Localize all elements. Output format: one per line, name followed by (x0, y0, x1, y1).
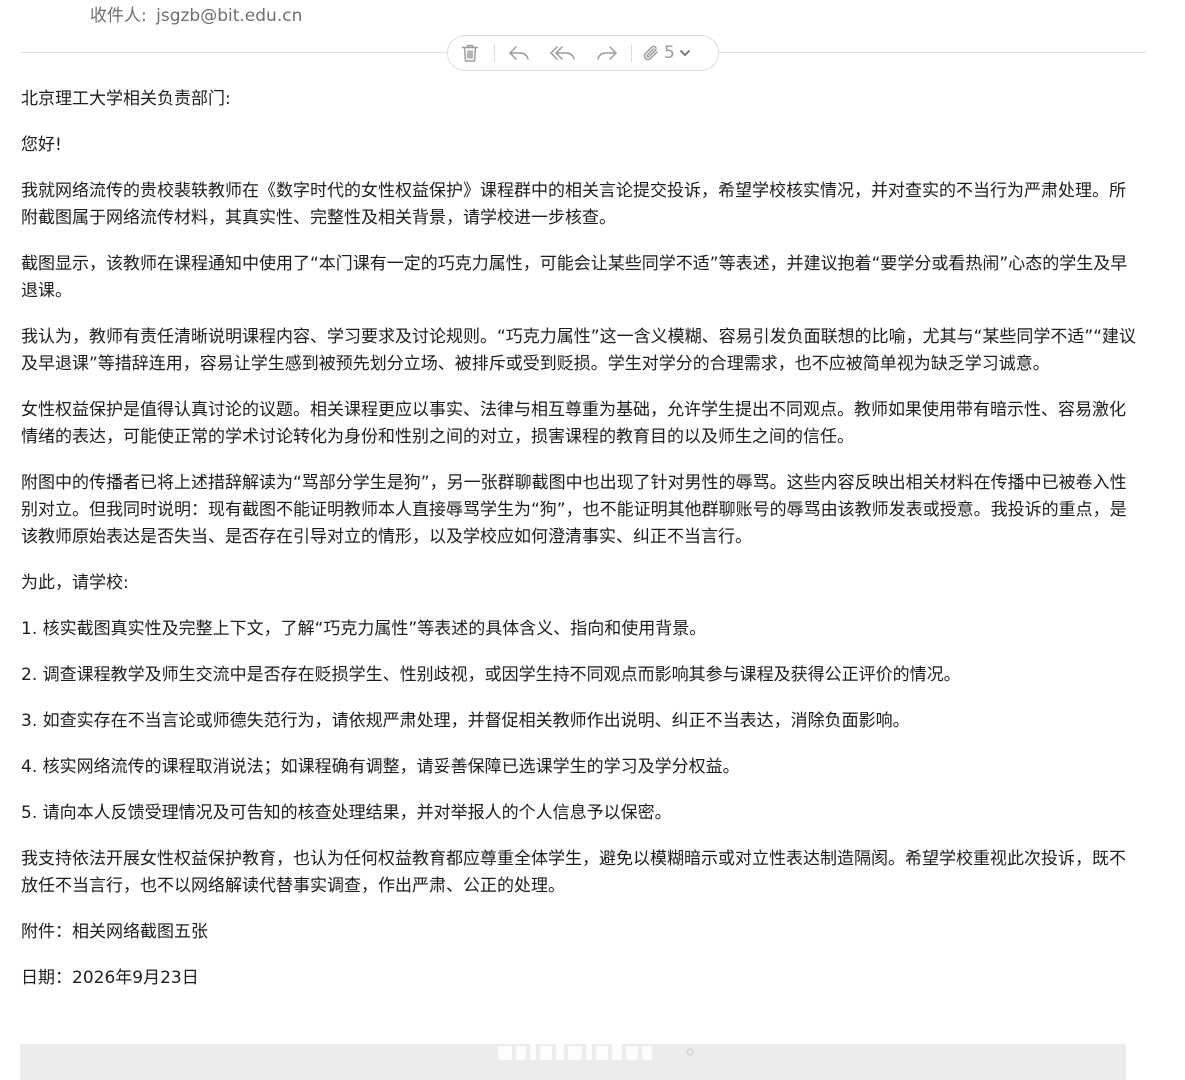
forward-icon (597, 46, 617, 60)
recipient-address[interactable]: jsgzb@bit.edu.cn (156, 6, 302, 26)
request-item: 2. 调查课程教学及师生交流中是否存在贬损学生、性别歧视，或因学生持不同观点而影… (21, 665, 961, 685)
body-paragraph: 我认为，教师有责任清晰说明课程内容、学习要求及讨论规则。“巧克力属性”这一含义模… (21, 327, 1137, 374)
reply-all-icon (550, 46, 575, 60)
date-line: 日期：2026年9月23日 (21, 968, 199, 988)
body-paragraph: 女性权益保护是值得认真讨论的议题。相关课程更应以事实、法律与相互尊重为基础，允许… (21, 400, 1126, 447)
request-intro: 为此，请学校: (21, 573, 129, 593)
request-item: 3. 如查实存在不当言论或师德失范行为，请依规严肃处理，并督促相关教师作出说明、… (21, 711, 910, 731)
message-body: 北京理工大学相关负责部门: 您好! 我就网络流传的贵校裴轶教师在《数字时代的女性… (21, 86, 1141, 1011)
reply-button[interactable] (497, 36, 541, 70)
watermark-graphic (498, 1042, 694, 1060)
request-item: 4. 核实网络流传的课程取消说法；如课程确有调整，请妥善保障已选课学生的学习及学… (21, 757, 740, 777)
attachments-button[interactable]: 5 (634, 36, 699, 70)
recipient-label: 收件人: (90, 6, 147, 26)
chevron-down-icon (679, 50, 690, 56)
reply-icon (509, 46, 529, 60)
request-item: 5. 请向本人反馈受理情况及可告知的核查处理结果，并对举报人的个人信息予以保密。 (21, 803, 672, 823)
attachment-count: 5 (664, 43, 675, 63)
greeting: 您好! (21, 135, 62, 155)
salutation: 北京理工大学相关负责部门: (21, 89, 231, 109)
body-paragraph: 我就网络流传的贵校裴轶教师在《数字时代的女性权益保护》课程群中的相关言论提交投诉… (21, 181, 1126, 228)
body-paragraph: 附图中的传播者已将上述措辞解读为“骂部分学生是狗”，另一张群聊截图中也出现了针对… (21, 473, 1127, 547)
toolbar-separator (631, 44, 632, 62)
recipient-row: 收件人: jsgzb@bit.edu.cn (90, 4, 302, 28)
body-paragraph: 截图显示，该教师在课程通知中使用了“本门课有一定的巧克力属性，可能会让某些同学不… (21, 254, 1128, 301)
paperclip-icon (643, 45, 658, 61)
message-toolbar: 5 (447, 35, 719, 71)
toolbar-separator (494, 44, 495, 62)
trash-icon (461, 44, 479, 62)
reply-all-button[interactable] (541, 36, 585, 70)
request-item: 1. 核实截图真实性及完整上下文，了解“巧克力属性”等表述的具体含义、指向和使用… (21, 619, 707, 639)
attachment-note: 附件：相关网络截图五张 (21, 922, 208, 942)
delete-button[interactable] (448, 36, 492, 70)
closing-paragraph: 我支持依法开展女性权益保护教育，也认为任何权益教育都应尊重全体学生，避免以模糊暗… (21, 849, 1126, 896)
forward-button[interactable] (585, 36, 629, 70)
